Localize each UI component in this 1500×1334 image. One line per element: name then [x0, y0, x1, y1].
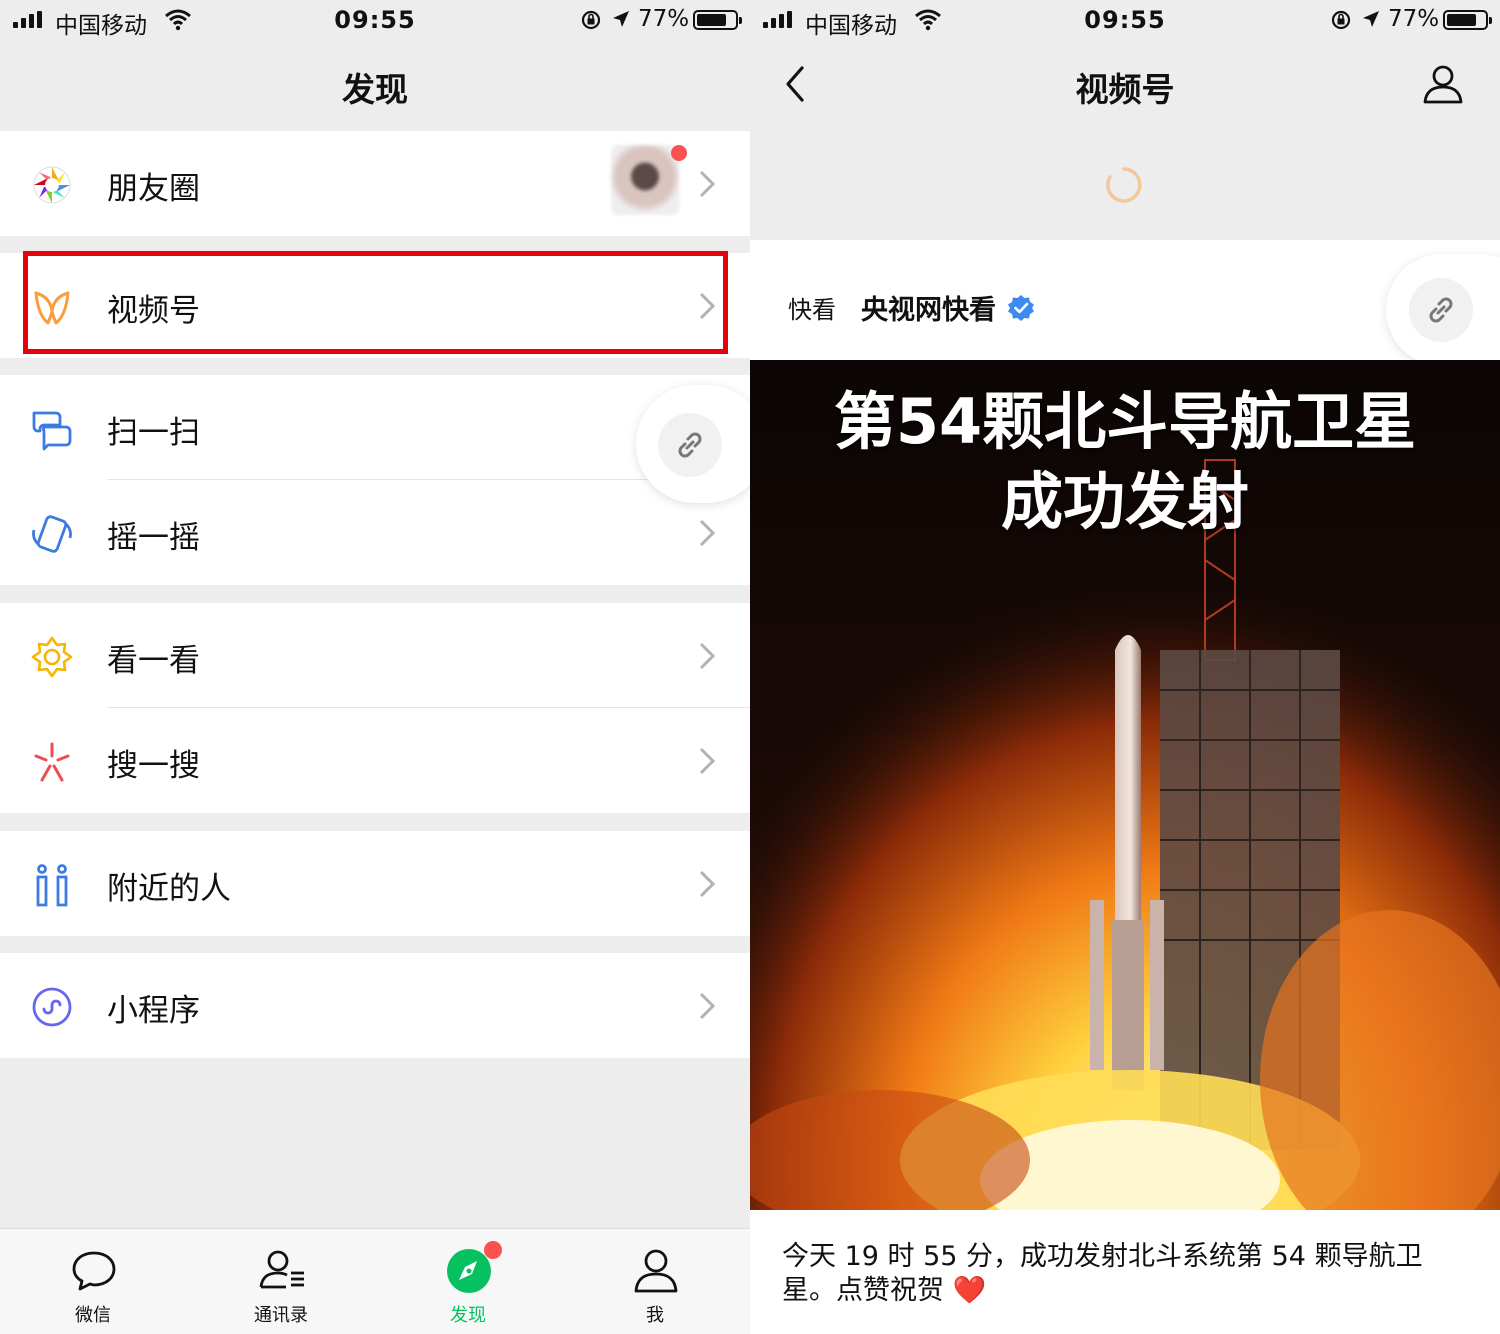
- tab-label: 发现: [450, 1305, 486, 1326]
- loading-spinner-icon: [1106, 167, 1142, 203]
- video-title-line1: 第54颗北斗导航卫星: [833, 385, 1417, 458]
- menu-item-search[interactable]: 搜一搜: [0, 708, 750, 813]
- link-icon: [1429, 297, 1453, 323]
- location-arrow-icon: [613, 11, 629, 27]
- nav-bar: 发现: [0, 48, 750, 120]
- status-bar: 中国移动 09:55 77%: [0, 0, 750, 40]
- battery-icon: [1443, 10, 1492, 30]
- group-stories-search: 看一看 搜一搜: [0, 603, 750, 813]
- status-bar: 中国移动 09:55 77%: [750, 0, 1500, 40]
- tab-label: 微信: [75, 1305, 111, 1326]
- group-nearby: 附近的人: [0, 831, 750, 936]
- video-title-overlay: 第54颗北斗导航卫星 成功发射: [750, 382, 1500, 542]
- floating-link-button[interactable]: [636, 385, 750, 503]
- heart-emoji: ❤️: [952, 1275, 987, 1306]
- author-logo: 快看: [788, 296, 836, 324]
- mini-programs-icon: [32, 987, 72, 1027]
- group-mini-programs: 小程序: [0, 953, 750, 1058]
- menu-item-label: 小程序: [107, 993, 200, 1029]
- discover-badge: [484, 1241, 502, 1259]
- profile-icon[interactable]: [1422, 64, 1464, 104]
- tab-bar: 微信 通讯录 发现 我: [0, 1228, 750, 1334]
- search-icon: [34, 742, 70, 782]
- moments-icon: [33, 166, 71, 204]
- contacts-icon: [259, 1250, 304, 1289]
- channels-screen: 中国移动 09:55 77% 视频号 快看 央视网快看 第54颗北斗导航卫星 成…: [750, 0, 1500, 1334]
- nav-bar: 视频号: [750, 48, 1500, 120]
- menu-item-label: 朋友圈: [107, 171, 200, 207]
- menu-item-people-nearby[interactable]: 附近的人: [0, 831, 750, 936]
- discover-screen: 中国移动 09:55 77% 发现 朋友圈 视频号 扫一扫 摇一摇 看一看 搜一…: [0, 0, 750, 1334]
- chevron-right-icon: [699, 642, 716, 670]
- battery-percent: 77%: [1388, 6, 1440, 32]
- menu-item-label: 搜一搜: [107, 748, 200, 784]
- battery-icon: [693, 10, 742, 30]
- page-title: 发现: [342, 70, 408, 109]
- post-author[interactable]: 快看 央视网快看: [788, 288, 1036, 327]
- chevron-right-icon: [699, 992, 716, 1020]
- tab-label: 我: [646, 1305, 664, 1326]
- tab-me[interactable]: 我: [595, 1229, 715, 1334]
- chevron-right-icon: [699, 870, 716, 898]
- new-post-badge: [671, 145, 687, 161]
- menu-item-label: 看一看: [107, 643, 200, 679]
- chevron-right-icon: [699, 170, 716, 198]
- video-post-card: 快看 央视网快看 第54颗北斗导航卫星 成功发射 今天 19 时 55 分，成功…: [750, 240, 1500, 1334]
- link-icon: [678, 432, 702, 458]
- menu-item-label: 扫一扫: [107, 415, 200, 451]
- menu-item-shake[interactable]: 摇一摇: [0, 480, 750, 585]
- battery-percent: 77%: [638, 6, 690, 32]
- menu-item-label: 摇一摇: [107, 520, 200, 556]
- page-title: 视频号: [1075, 70, 1175, 109]
- top-stories-icon: [31, 636, 73, 678]
- menu-item-label: 附近的人: [107, 871, 231, 907]
- post-caption: 今天 19 时 55 分，成功发射北斗系统第 54 颗导航卫星。点赞祝贺 ❤️: [782, 1240, 1462, 1308]
- chevron-right-icon: [699, 519, 716, 547]
- highlight-box: [23, 251, 728, 354]
- rotation-lock-icon: [581, 10, 601, 30]
- rotation-lock-icon: [1331, 10, 1351, 30]
- chat-bubble-icon: [72, 1251, 116, 1291]
- tab-chats[interactable]: 微信: [33, 1229, 153, 1334]
- tab-contacts[interactable]: 通讯录: [221, 1229, 341, 1334]
- author-name: 央视网快看: [861, 295, 996, 326]
- menu-item-mini-programs[interactable]: 小程序: [0, 953, 750, 1058]
- tab-discover[interactable]: 发现: [408, 1229, 528, 1334]
- group-moments: 朋友圈: [0, 131, 750, 236]
- person-icon: [634, 1249, 678, 1293]
- chevron-right-icon: [699, 747, 716, 775]
- friend-avatar-thumbnail: [611, 145, 679, 215]
- group-scan-shake: 扫一扫 摇一摇: [0, 375, 750, 585]
- post-caption-text: 今天 19 时 55 分，成功发射北斗系统第 54 颗导航卫星。点赞祝贺: [782, 1241, 1423, 1306]
- menu-item-moments[interactable]: 朋友圈: [0, 131, 750, 236]
- menu-item-top-stories[interactable]: 看一看: [0, 603, 750, 708]
- location-arrow-icon: [1363, 11, 1379, 27]
- video-player[interactable]: 第54颗北斗导航卫星 成功发射: [750, 360, 1500, 1210]
- video-title-line2: 成功发射: [1000, 465, 1249, 538]
- floating-link-button[interactable]: [1386, 254, 1500, 366]
- tab-label: 通讯录: [254, 1305, 308, 1326]
- scan-icon: [32, 411, 72, 451]
- people-nearby-icon: [36, 864, 68, 907]
- shake-icon: [32, 515, 72, 553]
- verified-badge-icon: [1008, 294, 1034, 321]
